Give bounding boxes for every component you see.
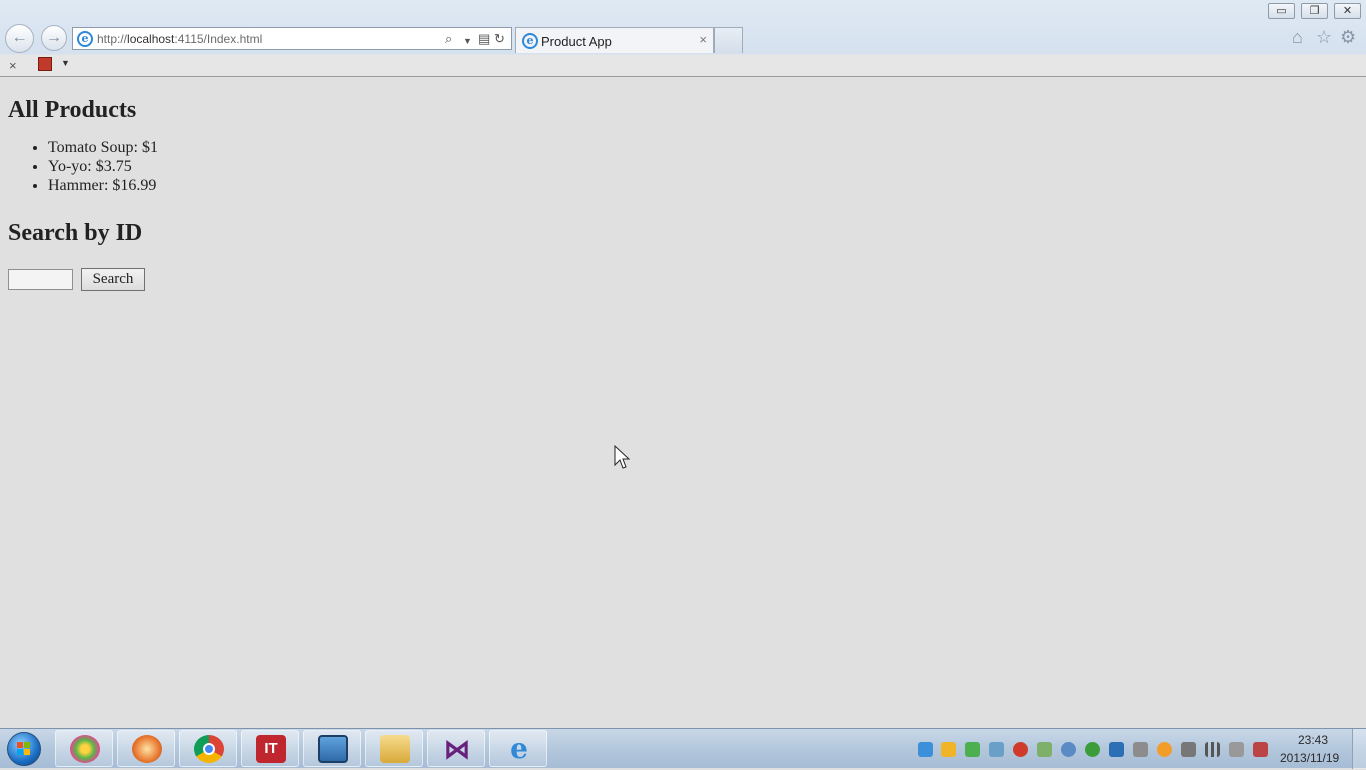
speaker-icon[interactable] [1253,742,1268,757]
forward-arrow-icon: → [46,29,62,46]
address-bar[interactable]: e http://localhost:4115/Index.html ⌕ ▼ ▤… [72,27,512,50]
tray-globe-icon[interactable] [1061,742,1076,757]
list-item: Tomato Soup: $1 [48,138,158,157]
browser-chrome: ▭ ❐ ✕ ← → e http://localhost:4115/Index.… [0,0,1366,77]
product-list: Tomato Soup: $1 Yo-yo: $3.75 Hammer: $16… [8,138,158,195]
taskbar-app-rocket[interactable] [117,730,175,767]
chevron-down-icon[interactable]: ▼ [61,58,70,68]
forward-button[interactable]: → [41,25,67,51]
address-url[interactable]: http://localhost:4115/Index.html [97,32,262,46]
tray-windows-icon[interactable] [1109,742,1124,757]
page-title: All Products [8,97,137,123]
system-tray [912,729,1292,769]
taskbar-app-it[interactable]: IT [241,730,299,767]
tray-star-icon[interactable] [1157,742,1172,757]
network-signal-icon[interactable] [1205,742,1220,757]
search-heading: Search by ID [8,220,143,246]
pinwheel-app-icon [70,735,100,763]
list-item: Yo-yo: $3.75 [48,157,158,176]
address-path: :4115/Index.html [174,32,263,46]
tab-product-app[interactable]: e Product App × [515,27,714,53]
show-desktop-button[interactable] [1352,729,1366,769]
rocket-app-icon [132,735,162,763]
tray-plus-icon[interactable] [1085,742,1100,757]
internet-explorer-icon: e [510,732,528,765]
tray-network-app-icon[interactable] [989,742,1004,757]
taskbar-app-explorer[interactable] [365,730,423,767]
back-button[interactable]: ← [5,24,34,53]
page-content: All Products Tomato Soup: $1 Yo-yo: $3.7… [8,78,158,291]
new-tab-button[interactable] [714,27,743,53]
taskbar-app-ie[interactable]: e [489,730,547,767]
tray-app-icon[interactable] [918,742,933,757]
search-icon[interactable]: ⌕ [445,31,452,46]
minimize-button[interactable]: ▭ [1268,3,1295,19]
address-prefix: http:// [97,32,128,46]
taskbar-app-monitor[interactable] [303,730,361,767]
tray-nvidia-icon[interactable] [965,742,980,757]
tab-ie-icon: e [522,33,538,49]
close-tab-icon[interactable]: × [699,32,707,47]
list-item: Hammer: $16.99 [48,176,158,195]
chrome-icon [194,735,224,763]
back-arrow-icon: ← [11,29,28,46]
compatibility-view-icon[interactable]: ▤ [478,31,490,46]
start-button[interactable] [7,732,41,766]
toolbar-addon-icon[interactable] [38,57,52,71]
tab-title: Product App [541,34,612,49]
gear-icon[interactable]: ⚙ [1340,27,1356,48]
folder-icon [380,735,410,763]
windows-logo-icon [17,742,30,755]
mouse-cursor-icon [614,445,630,469]
site-ie-icon: e [77,31,93,47]
tray-shield-icon[interactable] [941,742,956,757]
tray-device-icon[interactable] [1181,742,1196,757]
favorites-star-icon[interactable]: ☆ [1316,27,1332,48]
volume-icon[interactable] [1229,742,1244,757]
clock-time[interactable]: 23:43 [1298,733,1328,747]
close-window-button[interactable]: ✕ [1334,3,1361,19]
close-commandbar-icon[interactable]: × [9,58,17,73]
it-app-icon: IT [256,735,286,763]
restore-button[interactable]: ❐ [1301,3,1328,19]
refresh-icon[interactable]: ↻ [494,31,505,46]
taskbar-app-pinwheel[interactable] [55,730,113,767]
clock-date[interactable]: 2013/11/19 [1280,751,1339,765]
tray-display-icon[interactable] [1133,742,1148,757]
search-row: Search [8,268,145,291]
home-icon[interactable]: ⌂ [1292,27,1303,48]
taskbar-app-chrome[interactable] [179,730,237,767]
monitor-app-icon [318,735,348,763]
chevron-down-icon[interactable]: ▼ [463,34,472,49]
visual-studio-icon: ⋈ [444,734,470,764]
taskbar-app-visual-studio[interactable]: ⋈ [427,730,485,767]
tray-qq-icon[interactable] [1013,742,1028,757]
taskbar: IT ⋈ e 23:43 2013/11/19 [0,728,1366,769]
search-input[interactable] [8,269,73,290]
tray-check-icon[interactable] [1037,742,1052,757]
address-host: localhost [127,32,175,46]
search-button[interactable]: Search [81,268,145,291]
